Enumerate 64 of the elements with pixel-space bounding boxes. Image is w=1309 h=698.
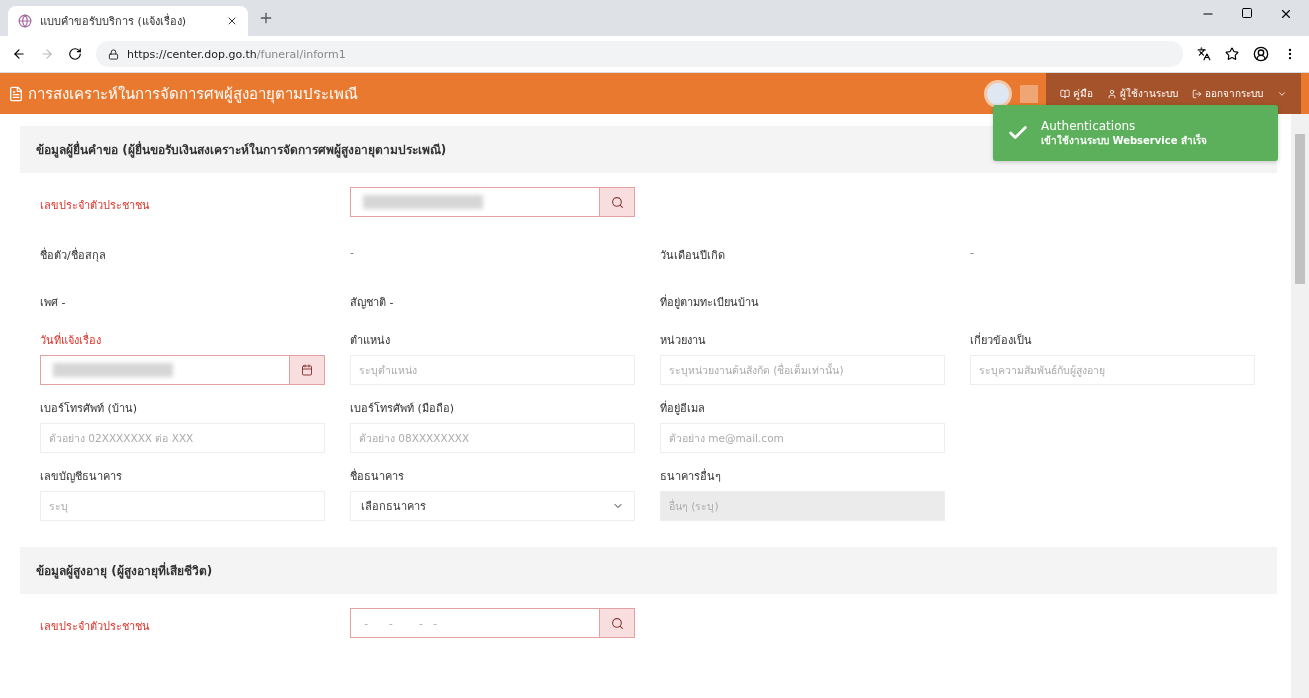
field-label: วันที่แจ้งเรื่อง	[40, 331, 102, 349]
nav-link[interactable]: ออกจากระบบ	[1192, 86, 1263, 101]
star-icon	[1225, 47, 1239, 61]
date-field[interactable]	[40, 355, 289, 385]
field-label: เลขบัญชีธนาคาร	[40, 469, 123, 485]
field-label: ที่อยู่อีเมล	[660, 399, 706, 417]
input-field[interactable]: ระบุตำแหน่ง	[350, 355, 635, 385]
globe-icon	[18, 14, 32, 28]
user-icon	[1107, 88, 1117, 99]
field-label: เบอร์โทรศัพท์ (บ้าน)	[40, 401, 139, 417]
browser-tab[interactable]: แบบคำขอรับบริการ (แจ้งเรื่อง)	[8, 6, 248, 36]
close-icon	[226, 15, 238, 27]
calendar-button[interactable]	[289, 355, 325, 385]
bank-dropdown[interactable]: เลือกธนาคาร	[350, 491, 635, 521]
input-field[interactable]: ตัวอย่าง 02XXXXXXX ต่อ XXX	[40, 423, 325, 453]
plus-icon	[258, 10, 274, 26]
section-header: ข้อมูลผู้สูงอายุ (ผู้สูงอายุที่เสียชีวิต)	[20, 547, 1277, 594]
document-icon	[8, 85, 24, 102]
input-field[interactable]: ตัวอย่าง me@mail.com	[660, 423, 945, 453]
field-label: ธนาคารอื่นๆ	[660, 467, 722, 485]
search-icon	[610, 195, 624, 209]
calendar-icon	[301, 364, 313, 376]
field-label: ตำแหน่ง	[350, 333, 391, 349]
lock-icon	[108, 48, 119, 60]
field-value: -	[350, 245, 355, 261]
book-icon	[1060, 88, 1070, 99]
toast-message: เข้าใช้งานระบบ Webservice สำเร็จ	[1041, 132, 1207, 148]
input-field[interactable]: ระบุ	[40, 491, 325, 521]
field-label: เพศ -	[40, 295, 67, 311]
url-field[interactable]: https://center.dop.go.th/funeral/inform1	[96, 41, 1183, 67]
search-button[interactable]	[599, 608, 635, 638]
forward-icon	[40, 47, 54, 61]
back-icon	[12, 47, 26, 61]
nav-link[interactable]: ผู้ใช้งานระบบ	[1107, 86, 1178, 101]
field-label: เกี่ยวข้องเป็น	[970, 331, 1033, 349]
field-label: เลขประจำตัวประชาชน	[40, 619, 151, 635]
user-avatar[interactable]	[984, 79, 1012, 108]
square-icon	[1020, 84, 1038, 103]
reload-icon	[68, 47, 82, 61]
field-label: เบอร์โทรศัพท์ (มือถือ)	[350, 401, 456, 417]
translate-icon	[1197, 47, 1211, 61]
input-field[interactable]: ตัวอย่าง 08XXXXXXXX	[350, 423, 635, 453]
field-label: วันเดือนปีเกิด	[660, 248, 726, 264]
field-label: ชื่อตัว/ชื่อสกุล	[40, 246, 107, 264]
input-field[interactable]: ระบุความสัมพันธ์กับผู้สูงอายุ	[970, 355, 1255, 385]
profile-icon	[1253, 46, 1269, 62]
scroll-thumb[interactable]	[1295, 134, 1305, 284]
search-icon	[610, 616, 624, 630]
id-number-field[interactable]: _-____-_____-__-_	[350, 608, 599, 638]
search-button[interactable]	[599, 187, 635, 217]
field-label: ชื่อธนาคาร	[350, 467, 405, 485]
page-title: การสงเคราะห์ในการจัดการศพผู้สูงอายุตามประเพณี	[28, 83, 358, 106]
field-label: ที่อยู่ตามทะเบียนบ้าน	[660, 293, 760, 311]
scrollbar[interactable]	[1291, 114, 1309, 698]
field-label: เลขประจำตัวประชาชน	[40, 198, 151, 214]
input-field[interactable]: ระบุหน่วยงานต้นสังกัด (ชื่อเต็มเท่านั้น)	[660, 355, 945, 385]
nav-link[interactable]: คู่มือ	[1060, 86, 1093, 101]
field-value: -	[970, 245, 975, 261]
close-icon	[1279, 7, 1293, 21]
id-number-field[interactable]	[350, 187, 599, 217]
logout-icon	[1192, 88, 1202, 99]
maximize-icon	[1241, 7, 1253, 19]
field-label: สัญชาติ -	[350, 295, 395, 311]
field-label: หน่วยงาน	[660, 333, 707, 349]
